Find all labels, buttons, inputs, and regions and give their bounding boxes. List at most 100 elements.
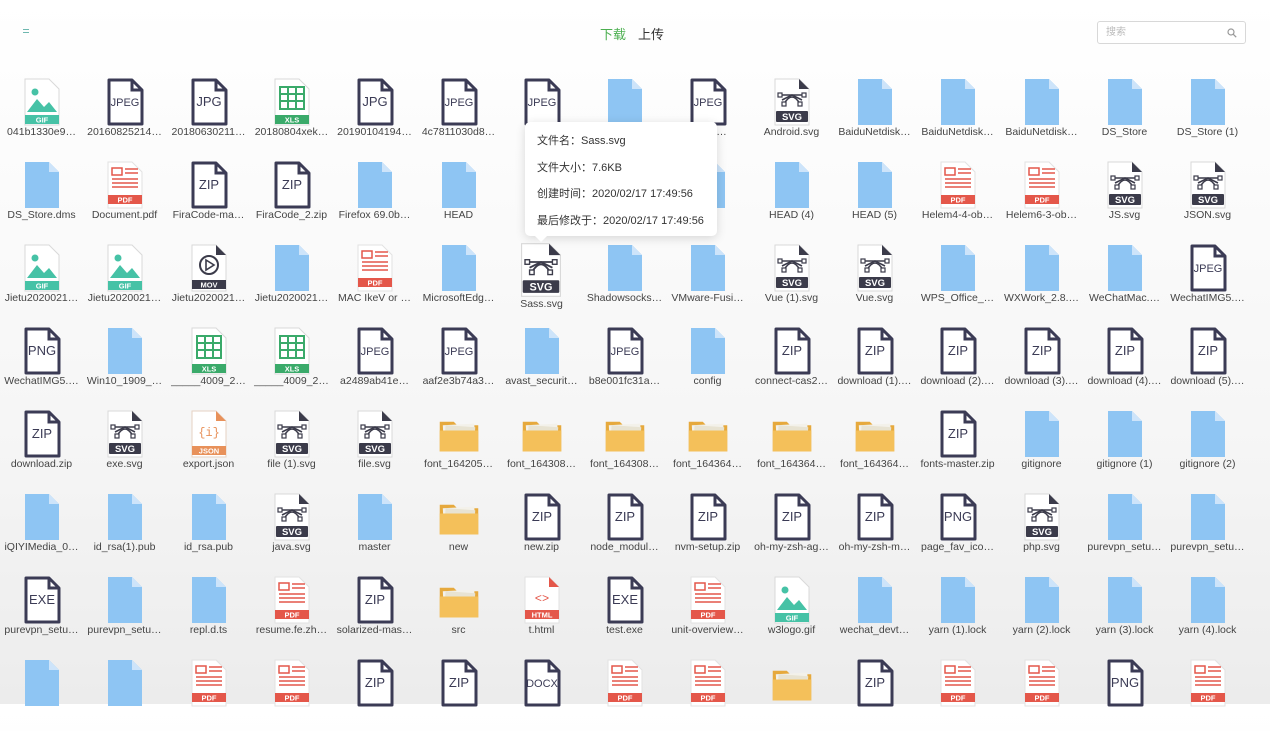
file-item[interactable]: DS_Store (1) bbox=[1166, 70, 1249, 150]
file-item[interactable]: SVG exe.svg bbox=[83, 402, 166, 482]
file-item[interactable]: id_rsa.pub bbox=[167, 485, 250, 565]
file-item[interactable]: PDF bbox=[167, 651, 250, 731]
file-item[interactable]: WXWork_2.8.… bbox=[1000, 236, 1083, 316]
file-item[interactable]: SVG JS.svg bbox=[1083, 153, 1166, 233]
file-item[interactable]: ZIP bbox=[417, 651, 500, 731]
file-item[interactable]: HEAD bbox=[417, 153, 500, 233]
file-item[interactable]: Win10_1909_… bbox=[83, 319, 166, 399]
file-item[interactable]: font_164364… bbox=[750, 402, 833, 482]
file-item[interactable]: SVG php.svg bbox=[1000, 485, 1083, 565]
file-item[interactable]: master bbox=[333, 485, 416, 565]
file-item[interactable]: ZIP solarized-mas… bbox=[333, 568, 416, 648]
file-item[interactable]: DS_Store.dms bbox=[0, 153, 83, 233]
file-item[interactable] bbox=[83, 651, 166, 731]
file-item[interactable]: SVG JSON.svg bbox=[1166, 153, 1249, 233]
file-item[interactable]: ZIP new.zip bbox=[500, 485, 583, 565]
file-item[interactable]: SVG java.svg bbox=[250, 485, 333, 565]
file-item[interactable]: JPEG a2489ab41e… bbox=[333, 319, 416, 399]
file-item[interactable]: purevpn_setu… bbox=[1083, 485, 1166, 565]
file-item[interactable]: SVG Android.svg bbox=[750, 70, 833, 150]
file-item[interactable]: BaiduNetdisk… bbox=[1000, 70, 1083, 150]
file-item[interactable]: yarn (1).lock bbox=[916, 568, 999, 648]
file-item[interactable]: font_164205… bbox=[417, 402, 500, 482]
file-item[interactable]: BaiduNetdisk… bbox=[833, 70, 916, 150]
file-item[interactable]: SVG Sass.svg bbox=[500, 236, 583, 316]
file-item[interactable]: ZIP bbox=[333, 651, 416, 731]
file-item[interactable]: EXE purevpn_setu… bbox=[0, 568, 83, 648]
file-item[interactable]: MOV Jietu2020021… bbox=[167, 236, 250, 316]
file-item[interactable]: Jietu2020021… bbox=[250, 236, 333, 316]
file-item[interactable]: font_164364… bbox=[666, 402, 749, 482]
file-item[interactable]: gitignore (1) bbox=[1083, 402, 1166, 482]
file-item[interactable]: GIF Jietu2020021… bbox=[83, 236, 166, 316]
file-item[interactable]: avast_securit… bbox=[500, 319, 583, 399]
tab-upload[interactable]: 上传 bbox=[638, 24, 664, 43]
file-item[interactable]: wechat_devt… bbox=[833, 568, 916, 648]
file-item[interactable]: iQIYIMedia_0… bbox=[0, 485, 83, 565]
file-item[interactable]: SVG file.svg bbox=[333, 402, 416, 482]
file-item[interactable]: <> HTML t.html bbox=[500, 568, 583, 648]
file-item[interactable] bbox=[750, 651, 833, 731]
file-item[interactable]: ZIP download.zip bbox=[0, 402, 83, 482]
file-item[interactable]: new bbox=[417, 485, 500, 565]
file-item[interactable]: Shadowsocks… bbox=[583, 236, 666, 316]
file-item[interactable]: ZIP download (5).… bbox=[1166, 319, 1249, 399]
file-item[interactable]: SVG file (1).svg bbox=[250, 402, 333, 482]
tab-download[interactable]: 下载 bbox=[600, 24, 626, 43]
file-item[interactable]: PDF Helem4-4-ob… bbox=[916, 153, 999, 233]
file-item[interactable]: PDF bbox=[1166, 651, 1249, 731]
file-item[interactable]: GIF w3logo.gif bbox=[750, 568, 833, 648]
file-item[interactable]: DOCX bbox=[500, 651, 583, 731]
file-item[interactable]: HEAD (4) bbox=[750, 153, 833, 233]
file-item[interactable]: PDF resume.fe.zh… bbox=[250, 568, 333, 648]
file-item[interactable]: repl.d.ts bbox=[167, 568, 250, 648]
file-item[interactable]: PNG page_fav_ico… bbox=[916, 485, 999, 565]
file-item[interactable]: XLS _____4009_2… bbox=[167, 319, 250, 399]
file-item[interactable]: JPEG WechatIMG5.… bbox=[1166, 236, 1249, 316]
file-item[interactable]: id_rsa(1).pub bbox=[83, 485, 166, 565]
file-item[interactable]: purevpn_setu… bbox=[1166, 485, 1249, 565]
file-item[interactable]: JPEG aaf2e3b74a3… bbox=[417, 319, 500, 399]
file-item[interactable]: JPEG 4c7811030d8… bbox=[417, 70, 500, 150]
file-item[interactable]: DS_Store bbox=[1083, 70, 1166, 150]
file-item[interactable]: PDF MAC IkeV or … bbox=[333, 236, 416, 316]
file-item[interactable] bbox=[0, 651, 83, 731]
file-item[interactable]: ZIP oh-my-zsh-m… bbox=[833, 485, 916, 565]
file-item[interactable]: ZIP download (4).… bbox=[1083, 319, 1166, 399]
file-item[interactable]: PDF unit-overview… bbox=[666, 568, 749, 648]
file-item[interactable]: PDF bbox=[1000, 651, 1083, 731]
file-item[interactable]: font_164308… bbox=[500, 402, 583, 482]
file-item[interactable]: JPEG b8e001fc31a… bbox=[583, 319, 666, 399]
file-item[interactable]: PDF bbox=[666, 651, 749, 731]
file-item[interactable]: EXE test.exe bbox=[583, 568, 666, 648]
file-item[interactable]: gitignore (2) bbox=[1166, 402, 1249, 482]
search-input[interactable] bbox=[1098, 22, 1232, 43]
file-item[interactable]: ZIP download (3).… bbox=[1000, 319, 1083, 399]
file-item[interactable]: GIF Jietu2020021… bbox=[0, 236, 83, 316]
file-item[interactable]: {i} JSON export.json bbox=[167, 402, 250, 482]
file-item[interactable]: ZIP FiraCode-ma… bbox=[167, 153, 250, 233]
file-item[interactable]: BaiduNetdisk… bbox=[916, 70, 999, 150]
file-item[interactable]: ZIP download (2).… bbox=[916, 319, 999, 399]
search-icon[interactable] bbox=[1227, 28, 1237, 38]
file-item[interactable]: MicrosoftEdg… bbox=[417, 236, 500, 316]
file-item[interactable]: WeChatMac.… bbox=[1083, 236, 1166, 316]
file-item[interactable]: font_164308… bbox=[583, 402, 666, 482]
file-item[interactable]: JPEG 20160825214… bbox=[83, 70, 166, 150]
file-item[interactable]: yarn (4).lock bbox=[1166, 568, 1249, 648]
file-item[interactable]: ZIP download (1).… bbox=[833, 319, 916, 399]
file-item[interactable]: SVG Vue.svg bbox=[833, 236, 916, 316]
file-item[interactable]: yarn (3).lock bbox=[1083, 568, 1166, 648]
file-item[interactable]: PDF Document.pdf bbox=[83, 153, 166, 233]
file-item[interactable]: PDF bbox=[583, 651, 666, 731]
file-item[interactable]: JPG 20180630211… bbox=[167, 70, 250, 150]
file-item[interactable]: purevpn_setu… bbox=[83, 568, 166, 648]
file-item[interactable]: VMware-Fusi… bbox=[666, 236, 749, 316]
file-item[interactable]: ZIP connect-cas2… bbox=[750, 319, 833, 399]
file-item[interactable]: ZIP nvm-setup.zip bbox=[666, 485, 749, 565]
file-item[interactable]: ZIP fonts-master.zip bbox=[916, 402, 999, 482]
file-item[interactable]: HEAD (5) bbox=[833, 153, 916, 233]
file-item[interactable]: XLS 20180804xek… bbox=[250, 70, 333, 150]
file-item[interactable]: ZIP node_modul… bbox=[583, 485, 666, 565]
file-item[interactable]: PNG WechatIMG5.… bbox=[0, 319, 83, 399]
